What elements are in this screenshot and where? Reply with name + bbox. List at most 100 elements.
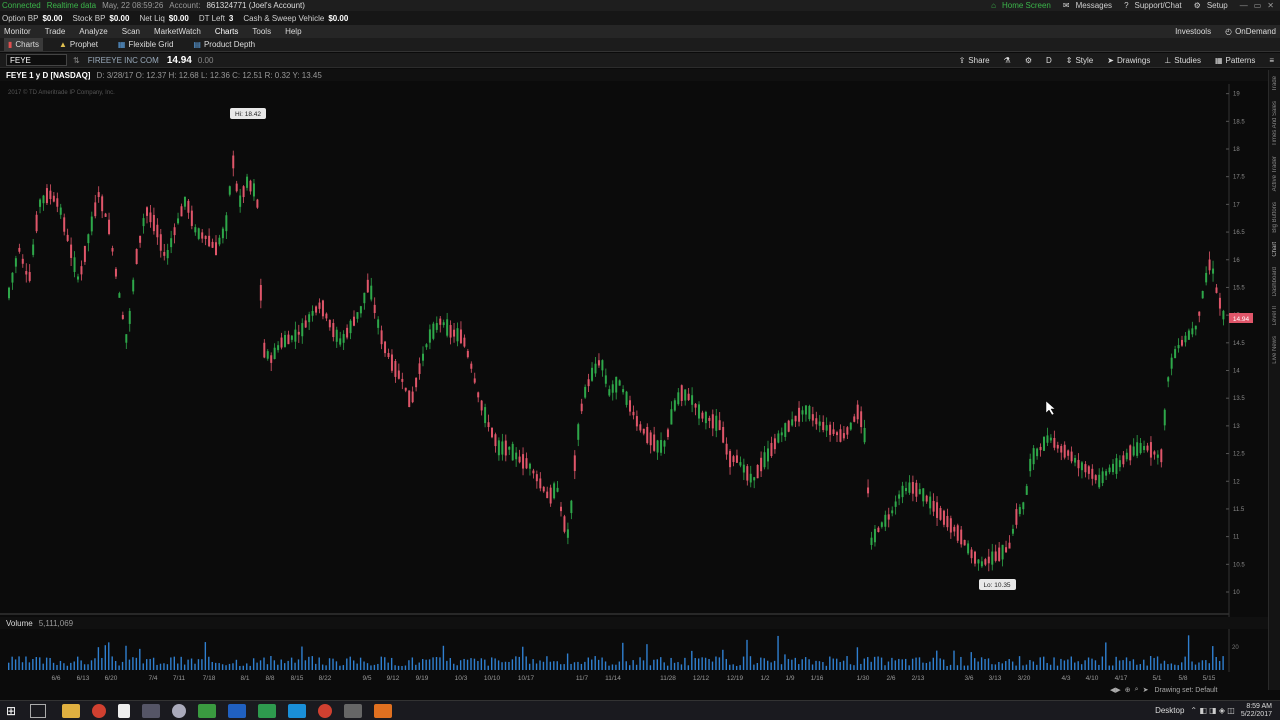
candle: [1074, 455, 1077, 467]
chrome-2-icon[interactable]: [318, 703, 333, 718]
candle: [290, 334, 293, 343]
volume-bar: [787, 658, 790, 670]
volume-bar: [94, 658, 96, 670]
support-chat-link[interactable]: ? Support/Chat: [1124, 1, 1188, 10]
window-app-icon[interactable]: [142, 703, 161, 718]
volume-bar: [746, 639, 748, 670]
task-view-icon[interactable]: [30, 703, 47, 718]
cursor-mode-icon[interactable]: ➤: [1143, 686, 1149, 694]
candle: [746, 464, 749, 486]
drawing-set-label[interactable]: Drawing set: Default: [1154, 687, 1217, 694]
tray-icons[interactable]: ⌃ ◧ ◨ ◈ ◫: [1190, 706, 1234, 715]
volume-bar: [956, 665, 959, 670]
sidebar-tab-live-news[interactable]: Live News: [1272, 336, 1278, 364]
sidebar-tab-active-trader[interactable]: Active Trader: [1272, 156, 1278, 191]
connection-status: Connected: [2, 1, 41, 10]
link-icon[interactable]: ⇅: [73, 56, 80, 65]
aggregation-button[interactable]: D: [1046, 56, 1052, 65]
share-button[interactable]: ⇪ Share: [959, 56, 990, 65]
volume-bar: [146, 659, 148, 670]
candle: [735, 449, 738, 464]
menu-trade[interactable]: Trade: [45, 27, 66, 36]
candle: [80, 260, 83, 281]
sidebar-tab-chart[interactable]: Chart: [1272, 242, 1278, 257]
zoom-icon[interactable]: ⊕: [1125, 686, 1131, 694]
volume-bar: [832, 658, 834, 670]
candle: [974, 550, 976, 567]
vlc-icon[interactable]: [344, 703, 363, 718]
window-maximize-button[interactable]: ▭: [1254, 1, 1262, 10]
menu-tools[interactable]: Tools: [252, 27, 271, 36]
chart-header: FEYE 1 y D [NASDAQ] D: 3/28/17 O: 12.37 …: [0, 69, 1280, 81]
account-selector[interactable]: 861324771 (Joel's Account): [206, 1, 304, 10]
scroll-left-icon[interactable]: ◀▶: [1110, 686, 1121, 694]
volume-bar: [525, 656, 527, 670]
svg-text:14.94: 14.94: [1233, 316, 1250, 323]
spreadsheet-icon[interactable]: [258, 703, 277, 718]
chart-menu-button[interactable]: ≡: [1269, 56, 1274, 65]
candle: [249, 179, 252, 195]
setup-link[interactable]: ⚙ Setup: [1194, 1, 1234, 10]
sidebar-tab-trade[interactable]: Trade: [1272, 76, 1278, 91]
candle: [163, 243, 166, 261]
tab-flexible-grid[interactable]: ▦ Flexible Grid: [114, 38, 177, 51]
volume-bar: [394, 665, 396, 670]
menu-scan[interactable]: Scan: [122, 27, 140, 36]
magnifier-icon[interactable]: ⌕: [1135, 686, 1139, 694]
volume-bar: [601, 657, 603, 670]
menu-monitor[interactable]: Monitor: [4, 27, 31, 36]
volume-bar: [905, 658, 907, 670]
tab-charts[interactable]: ▮ Charts: [4, 38, 43, 51]
skype-icon[interactable]: [288, 703, 307, 718]
drawings-button[interactable]: ➤ Drawings: [1107, 56, 1150, 65]
menu-marketwatch[interactable]: MarketWatch: [154, 27, 201, 36]
tray-clock[interactable]: 8:59 AM 5/22/2017: [1241, 703, 1272, 719]
file-explorer-icon[interactable]: [62, 703, 81, 718]
desktop-toolbar[interactable]: Desktop: [1155, 706, 1184, 715]
candle: [901, 481, 904, 504]
volume-bar: [653, 659, 655, 670]
sidebar-tab-times-sales[interactable]: Times And Sales: [1272, 101, 1278, 146]
messages-link[interactable]: ✉ Messages: [1063, 1, 1118, 10]
tab-product-depth[interactable]: ▤ Product Depth: [189, 38, 259, 51]
candle: [915, 479, 918, 502]
investools-link[interactable]: Investools: [1175, 27, 1211, 36]
tool-app-icon[interactable]: [172, 703, 187, 718]
ondemand-link[interactable]: ◴ OnDemand: [1225, 27, 1276, 36]
chrome-icon[interactable]: [92, 703, 107, 718]
volume-bar: [232, 663, 234, 670]
candle: [929, 491, 932, 515]
date-tick-label: 5/1: [1152, 675, 1161, 682]
volume-bar: [45, 657, 48, 670]
candle: [1063, 441, 1066, 460]
thinkorswim-icon[interactable]: [198, 703, 217, 718]
candle: [594, 357, 597, 377]
window-close-button[interactable]: ✕: [1267, 1, 1274, 10]
sidebar-tab-big-buttons[interactable]: Big Buttons: [1272, 202, 1278, 233]
patterns-button[interactable]: ▦ Patterns: [1215, 56, 1255, 65]
volume-bar: [760, 657, 762, 670]
home-app-icon[interactable]: [118, 703, 131, 718]
home-screen-link[interactable]: ⌂ Home Screen: [991, 1, 1057, 10]
candle: [1191, 321, 1194, 338]
tab-prophet[interactable]: ▲ Prophet: [55, 38, 102, 51]
candle: [59, 203, 62, 219]
chart-settings-button[interactable]: ⚙: [1025, 56, 1032, 65]
menu-charts[interactable]: Charts: [215, 27, 239, 36]
menu-help[interactable]: Help: [285, 27, 301, 36]
price-tick-label: 18: [1233, 147, 1240, 153]
window-minimize-button[interactable]: —: [1240, 1, 1248, 10]
price-chart[interactable]: 2017 © TD Ameritrade IP Company, Inc. 19…: [0, 0, 1280, 720]
outlook-icon[interactable]: [228, 703, 247, 718]
menu-analyze[interactable]: Analyze: [79, 27, 107, 36]
sidebar-tab-level2[interactable]: Level II: [1272, 306, 1278, 325]
symbol-input[interactable]: FEYE: [6, 54, 67, 66]
style-button[interactable]: ⇕ Style: [1066, 56, 1094, 65]
start-button[interactable]: ⊞: [6, 704, 16, 718]
volume-bar: [553, 661, 555, 670]
volume-bar: [563, 664, 565, 670]
studies-button[interactable]: ⊥ Studies: [1164, 56, 1201, 65]
sidebar-tab-dashboard[interactable]: Dashboard: [1272, 267, 1278, 296]
flask-button[interactable]: ⚗: [1004, 56, 1011, 65]
media-icon[interactable]: [374, 703, 393, 718]
